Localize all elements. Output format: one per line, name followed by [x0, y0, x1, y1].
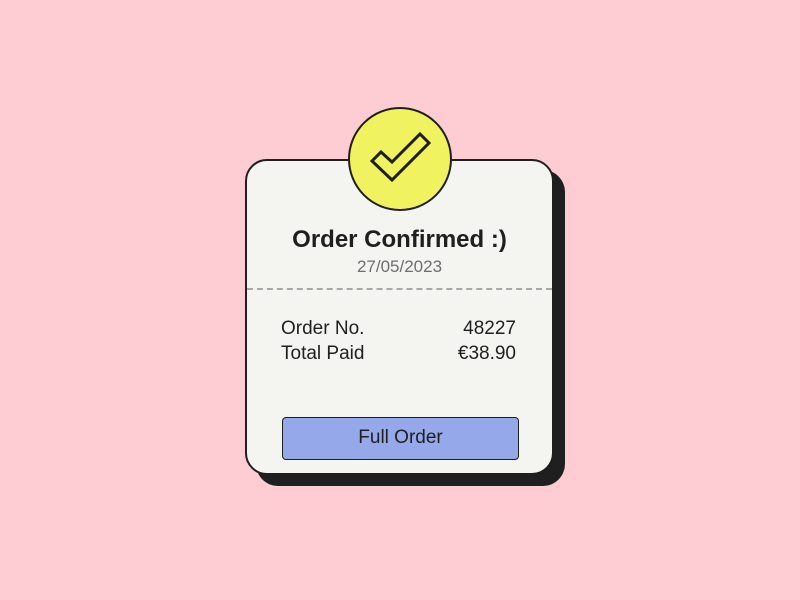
checkmark-icon	[369, 131, 432, 183]
order-number-value: 48227	[463, 318, 516, 339]
confirmation-badge	[348, 107, 452, 211]
total-paid-label: Total Paid	[281, 343, 365, 364]
total-paid-value: €38.90	[457, 343, 516, 364]
full-order-button[interactable]: Full Order	[282, 417, 519, 460]
order-number-label: Order No.	[281, 318, 365, 339]
dashed-divider	[247, 288, 552, 290]
order-date: 27/05/2023	[356, 257, 443, 276]
total-paid-row: Total Paid €38.90	[281, 342, 516, 366]
order-number-row: Order No. 48227	[281, 317, 516, 341]
order-title: Order Confirmed :)	[292, 226, 507, 253]
